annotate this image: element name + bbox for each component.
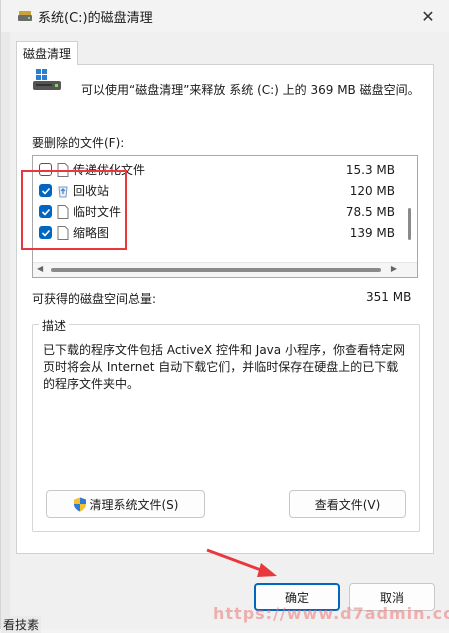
list-item[interactable]: 缩略图 139 MB: [33, 222, 401, 243]
file-name: 传递优化文件: [73, 163, 146, 177]
files-list[interactable]: 传递优化文件 15.3 MB 回收站 120 MB 临时文件 78.5 MB 缩…: [32, 155, 418, 278]
intro-text: 可以使用“磁盘清理”来释放 系统 (C:) 上的 369 MB 磁盘空间。: [81, 83, 420, 97]
file-size: 15.3 MB: [345, 162, 395, 177]
checkbox-temp-files[interactable]: [39, 205, 52, 218]
check-icon: [41, 229, 50, 237]
space-gained-value: 351 MB: [366, 290, 412, 304]
cleanup-system-files-label: 清理系统文件(S): [89, 497, 179, 512]
scroll-left-icon[interactable]: ◀: [37, 264, 43, 273]
vertical-scrollbar[interactable]: [408, 208, 411, 240]
cleanup-system-files-button[interactable]: 清理系统文件(S): [46, 490, 205, 518]
tab-disk-cleanup[interactable]: 磁盘清理: [16, 41, 78, 65]
file-name: 临时文件: [73, 205, 122, 219]
files-to-delete-label: 要删除的文件(F):: [32, 136, 125, 150]
cancel-button[interactable]: 取消: [349, 583, 435, 611]
ok-button[interactable]: 确定: [254, 583, 340, 611]
description-text: 已下载的程序文件包括 ActiveX 控件和 Java 小程序，你查看特定网页时…: [43, 343, 405, 391]
close-icon: ✕: [421, 6, 435, 26]
space-gained-label: 可获得的磁盘空间总量:: [32, 292, 157, 306]
horizontal-scroll-thumb[interactable]: [51, 268, 381, 272]
background-text-fragment: 看技素: [1, 616, 42, 633]
shield-icon: [73, 497, 86, 511]
checkbox-thumbnails[interactable]: [39, 226, 52, 239]
description-title: 描述: [39, 317, 70, 334]
list-item[interactable]: 回收站 120 MB: [33, 180, 401, 201]
horizontal-scrollbar[interactable]: ◀ ▶: [33, 262, 417, 277]
background-window-edge: [1, 0, 10, 629]
disk-cleanup-dialog: 系统(C:)的磁盘清理 ✕ 磁盘清理 可以使用“磁盘清理”来释放 系统 (C:)…: [0, 0, 449, 633]
check-icon: [41, 208, 50, 216]
drive-icon: [18, 11, 32, 21]
file-size: 120 MB: [349, 183, 395, 198]
checkbox-delivery-optimization[interactable]: [39, 163, 52, 176]
check-icon: [41, 187, 50, 195]
title-bar[interactable]: 系统(C:)的磁盘清理 ✕: [1, 0, 449, 32]
recycle-bin-icon: [58, 186, 68, 197]
file-size: 139 MB: [349, 225, 395, 240]
list-item[interactable]: 传递优化文件 15.3 MB: [33, 159, 401, 180]
file-icon: [57, 225, 69, 240]
file-icon: [57, 204, 69, 219]
list-item[interactable]: 临时文件 78.5 MB: [33, 201, 401, 222]
close-button[interactable]: ✕: [414, 4, 442, 28]
view-files-button[interactable]: 查看文件(V): [289, 490, 406, 518]
scroll-right-icon[interactable]: ▶: [391, 264, 397, 273]
window-title: 系统(C:)的磁盘清理: [38, 11, 153, 26]
drive-icon: [33, 69, 61, 90]
file-size: 78.5 MB: [345, 204, 395, 219]
file-name: 缩略图: [73, 226, 110, 240]
file-icon: [57, 162, 69, 177]
checkbox-recycle-bin[interactable]: [39, 184, 52, 197]
file-name: 回收站: [73, 184, 110, 198]
